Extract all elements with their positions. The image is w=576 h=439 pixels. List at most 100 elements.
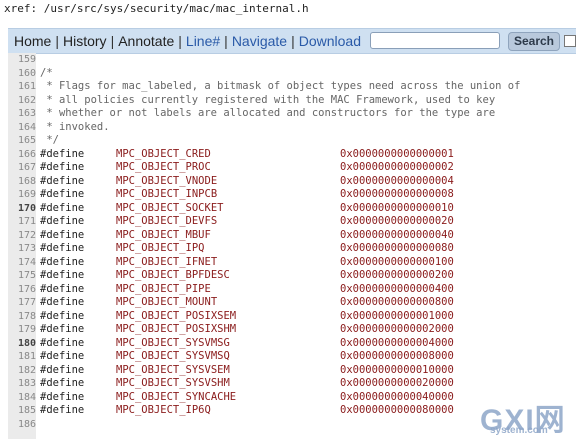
macro-value: 0x0000000000000008: [340, 188, 454, 200]
macro-value: 0x0000000000080000: [340, 404, 454, 416]
line-number-link[interactable]: 183: [8, 377, 36, 391]
line-number-link[interactable]: 168: [8, 175, 36, 189]
macro-name[interactable]: MPC_OBJECT_SOCKET: [116, 202, 223, 216]
line-number-link[interactable]: 169: [8, 188, 36, 202]
nav-home-link[interactable]: Home: [14, 33, 51, 49]
macro-value: 0x0000000000010000: [340, 363, 454, 376]
define-keyword: #define: [40, 201, 85, 214]
macro-name[interactable]: MPC_OBJECT_SYSVSEM: [116, 364, 230, 378]
line-number-link[interactable]: 162: [8, 94, 36, 108]
define-keyword: #define: [40, 296, 85, 308]
macro-name[interactable]: MPC_OBJECT_INPCB: [116, 188, 217, 202]
macro-name[interactable]: MPC_OBJECT_PIPE: [116, 283, 211, 297]
define-keyword: #define: [40, 242, 85, 254]
macro-name[interactable]: MPC_OBJECT_IP6Q: [116, 404, 211, 418]
line-number-link[interactable]: 163: [8, 107, 36, 121]
macro-name[interactable]: MPC_OBJECT_IPQ: [116, 242, 205, 256]
code-line: 171 #define MPC_OBJECT_DEVFS 0x000000000000…: [8, 215, 576, 229]
macro-value: 0x0000000000000100: [340, 255, 454, 268]
macro-name[interactable]: MPC_OBJECT_SYSVMSG: [116, 337, 230, 351]
code-line: 182 #define MPC_OBJECT_SYSVSEM 0x0000000000…: [8, 364, 576, 378]
line-number-link[interactable]: 171: [8, 215, 36, 229]
line-number-link[interactable]: 160: [8, 67, 36, 81]
code-comment: * invoked.: [40, 120, 110, 133]
nav-history-link[interactable]: History: [63, 33, 107, 49]
macro-value: 0x0000000000000002: [340, 161, 454, 173]
define-keyword: #define: [40, 215, 85, 227]
code-line: 178 #define MPC_OBJECT_POSIXSEM 0x000000000…: [8, 310, 576, 324]
code-line: 181 #define MPC_OBJECT_SYSVMSQ 0x0000000000…: [8, 350, 576, 364]
nav-links: Home | History | Annotate | Line# | Navigate | Dow…: [14, 33, 361, 49]
line-number-link[interactable]: 181: [8, 350, 36, 364]
line-number-link[interactable]: 177: [8, 296, 36, 310]
code-line: 163 * whether or not labels are allocate…: [8, 107, 576, 121]
macro-value: 0x0000000000000200: [340, 269, 454, 281]
macro-name[interactable]: MPC_OBJECT_MOUNT: [116, 296, 217, 310]
code-comment: * all policies currently registered with…: [40, 93, 496, 106]
watermark-logo: GXI网 system.com: [474, 395, 574, 439]
line-number-link[interactable]: 164: [8, 121, 36, 135]
macro-name[interactable]: MPC_OBJECT_CRED: [116, 148, 211, 162]
macro-name[interactable]: MPC_OBJECT_SYNCACHE: [116, 391, 236, 405]
line-number-link[interactable]: 185: [8, 404, 36, 418]
code-line: 177 #define MPC_OBJECT_MOUNT 0x000000000000…: [8, 296, 576, 310]
line-number-link[interactable]: 175: [8, 269, 36, 283]
macro-value: 0x0000000000002000: [340, 323, 454, 335]
macro-name[interactable]: MPC_OBJECT_SYSVMSQ: [116, 350, 230, 364]
macro-name[interactable]: MPC_OBJECT_IFNET: [116, 256, 217, 270]
nav-annotate-link[interactable]: Annotate: [118, 33, 174, 49]
line-number-link[interactable]: 186: [8, 418, 36, 432]
watermark-subtext: system.com: [490, 425, 548, 436]
macro-name[interactable]: MPC_OBJECT_SYSVSHM: [116, 377, 230, 391]
define-keyword: #define: [40, 363, 85, 376]
define-keyword: #define: [40, 282, 85, 295]
define-keyword: #define: [40, 350, 85, 362]
nav-navigate-link[interactable]: Navigate: [232, 33, 287, 49]
macro-value: 0x0000000000000020: [340, 215, 454, 227]
line-number-link[interactable]: 173: [8, 242, 36, 256]
line-number-link[interactable]: 182: [8, 364, 36, 378]
macro-value: 0x0000000000000001: [340, 147, 454, 160]
define-keyword: #define: [40, 174, 85, 187]
code-line: 176 #define MPC_OBJECT_PIPE 0x0000000000000…: [8, 283, 576, 297]
code-line: 183 #define MPC_OBJECT_SYSVSHM 0x0000000000…: [8, 377, 576, 391]
line-number-link[interactable]: 166: [8, 148, 36, 162]
macro-name[interactable]: MPC_OBJECT_VNODE: [116, 175, 217, 189]
macro-name[interactable]: MPC_OBJECT_BPFDESC: [116, 269, 230, 283]
nav-separator: |: [224, 33, 228, 49]
code-line: 159: [8, 53, 576, 67]
search-button[interactable]: Search: [508, 32, 560, 51]
search-input[interactable]: [370, 32, 500, 49]
nav-line-numbers-link[interactable]: Line#: [186, 33, 220, 49]
code-line: 168 #define MPC_OBJECT_VNODE 0x000000000000…: [8, 175, 576, 189]
line-number-link[interactable]: 179: [8, 323, 36, 337]
line-number-link[interactable]: 174: [8, 256, 36, 270]
line-number-link[interactable]: 165: [8, 134, 36, 148]
code-line: 161 * Flags for mac_labeled, a bitmask o…: [8, 80, 576, 94]
macro-name[interactable]: MPC_OBJECT_POSIXSEM: [116, 310, 236, 324]
code-line: 169 #define MPC_OBJECT_INPCB 0x000000000000…: [8, 188, 576, 202]
nav-separator: |: [178, 33, 182, 49]
line-number-link[interactable]: 167: [8, 161, 36, 175]
macro-value: 0x0000000000000400: [340, 282, 454, 295]
navigation-bar: Home | History | Annotate | Line# | Navigate | Dow…: [8, 28, 576, 54]
code-line: 160 /*: [8, 67, 576, 81]
source-code-view: 159 160/* 161 * Flags for mac_labeled, a b…: [8, 53, 576, 439]
define-keyword: #define: [40, 404, 85, 416]
line-number-link[interactable]: 159: [8, 53, 36, 67]
line-number-link[interactable]: 176: [8, 283, 36, 297]
macro-name[interactable]: MPC_OBJECT_POSIXSHM: [116, 323, 236, 337]
line-number-link[interactable]: 178: [8, 310, 36, 324]
line-number-link[interactable]: 170: [8, 202, 36, 216]
macro-name[interactable]: MPC_OBJECT_PROC: [116, 161, 211, 175]
line-number-link[interactable]: 161: [8, 80, 36, 94]
macro-value: 0x0000000000000800: [340, 296, 454, 308]
line-number-link[interactable]: 184: [8, 391, 36, 405]
nav-separator: |: [110, 33, 115, 49]
line-number-link[interactable]: 172: [8, 229, 36, 243]
nav-download-link[interactable]: Download: [299, 33, 361, 49]
line-number-link[interactable]: 180: [8, 337, 36, 351]
macro-name[interactable]: MPC_OBJECT_MBUF: [116, 229, 211, 243]
macro-name[interactable]: MPC_OBJECT_DEVFS: [116, 215, 217, 229]
search-option-checkbox[interactable]: [564, 35, 576, 47]
